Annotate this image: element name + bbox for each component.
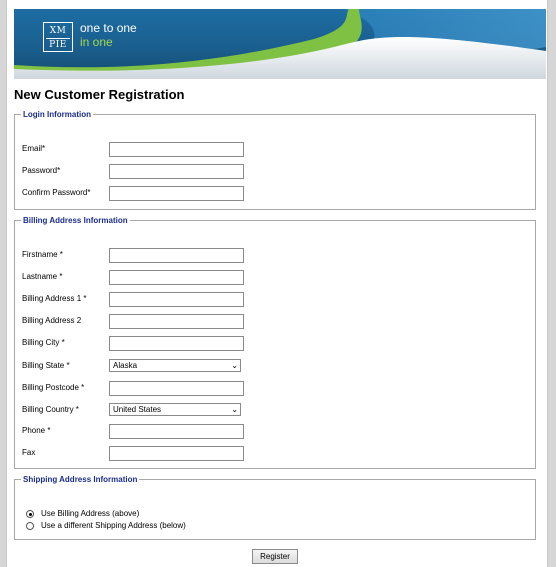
billing-address1-field[interactable] xyxy=(109,292,244,307)
tagline-bottom: in one xyxy=(80,35,113,49)
billing-address2-field[interactable] xyxy=(109,314,244,329)
billing-state-row: Billing State * Alaska ⌄ xyxy=(15,359,535,375)
lastname-label: Lastname * xyxy=(22,272,63,281)
billing-address2-label: Billing Address 2 xyxy=(22,316,82,325)
shipping-fieldset: Shipping Address Information Use Billing… xyxy=(14,475,536,540)
billing-postcode-row: Billing Postcode * xyxy=(15,381,535,397)
chevron-down-icon: ⌄ xyxy=(231,361,238,370)
billing-address1-label: Billing Address 1 * xyxy=(22,294,87,303)
firstname-label: Firstname * xyxy=(22,250,63,259)
page: XM PIE one to one in one New Customer Re… xyxy=(6,0,548,567)
fax-label: Fax xyxy=(22,448,36,457)
billing-city-row: Billing City * xyxy=(15,336,535,352)
use-billing-address-label: Use Billing Address (above) xyxy=(41,509,140,518)
fax-field[interactable] xyxy=(109,446,244,461)
email-label: Email* xyxy=(22,144,46,153)
firstname-row: Firstname * xyxy=(15,248,535,264)
lastname-field[interactable] xyxy=(109,270,244,285)
billing-postcode-label: Billing Postcode * xyxy=(22,383,85,392)
logo-top-text: XM xyxy=(49,26,67,36)
email-row: Email* xyxy=(15,142,535,158)
password-row: Password* xyxy=(15,164,535,180)
lastname-row: Lastname * xyxy=(15,270,535,286)
use-different-shipping-label: Use a different Shipping Address (below) xyxy=(41,521,186,530)
login-fieldset: Login Information Email* Password* Confi… xyxy=(14,110,536,210)
shipping-legend: Shipping Address Information xyxy=(23,475,138,484)
xmpie-logo: XM PIE xyxy=(43,22,73,52)
fax-row: Fax xyxy=(15,446,535,462)
billing-country-row: Billing Country * United States ⌄ xyxy=(15,403,535,419)
register-button[interactable]: Register xyxy=(252,549,298,564)
confirm-password-row: Confirm Password* xyxy=(15,186,535,202)
email-field[interactable] xyxy=(109,142,244,157)
header-banner: XM PIE one to one in one xyxy=(14,9,546,79)
billing-fieldset: Billing Address Information Firstname * … xyxy=(14,216,536,469)
confirm-password-field[interactable] xyxy=(109,186,244,201)
confirm-password-label: Confirm Password* xyxy=(22,188,91,197)
billing-address1-row: Billing Address 1 * xyxy=(15,292,535,308)
password-field[interactable] xyxy=(109,164,244,179)
use-billing-address-radio[interactable] xyxy=(26,510,34,518)
password-label: Password* xyxy=(22,166,61,175)
phone-label: Phone * xyxy=(22,426,51,435)
billing-postcode-field[interactable] xyxy=(109,381,244,396)
tagline-top: one to one xyxy=(80,21,137,35)
billing-address2-row: Billing Address 2 xyxy=(15,314,535,330)
page-title: New Customer Registration xyxy=(14,87,185,102)
firstname-field[interactable] xyxy=(109,248,244,263)
billing-country-value: United States xyxy=(113,405,162,414)
chevron-down-icon: ⌄ xyxy=(231,405,238,414)
login-legend: Login Information xyxy=(23,110,91,119)
billing-state-select[interactable]: Alaska ⌄ xyxy=(109,359,241,372)
billing-state-value: Alaska xyxy=(113,361,138,370)
logo-bottom-text: PIE xyxy=(46,38,70,52)
billing-city-field[interactable] xyxy=(109,336,244,351)
phone-field[interactable] xyxy=(109,424,244,439)
billing-country-label: Billing Country * xyxy=(22,405,79,414)
billing-city-label: Billing City * xyxy=(22,338,65,347)
billing-state-label: Billing State * xyxy=(22,361,70,370)
phone-row: Phone * xyxy=(15,424,535,440)
billing-country-select[interactable]: United States ⌄ xyxy=(109,403,241,416)
billing-legend: Billing Address Information xyxy=(23,216,128,225)
use-different-shipping-radio[interactable] xyxy=(26,522,34,530)
